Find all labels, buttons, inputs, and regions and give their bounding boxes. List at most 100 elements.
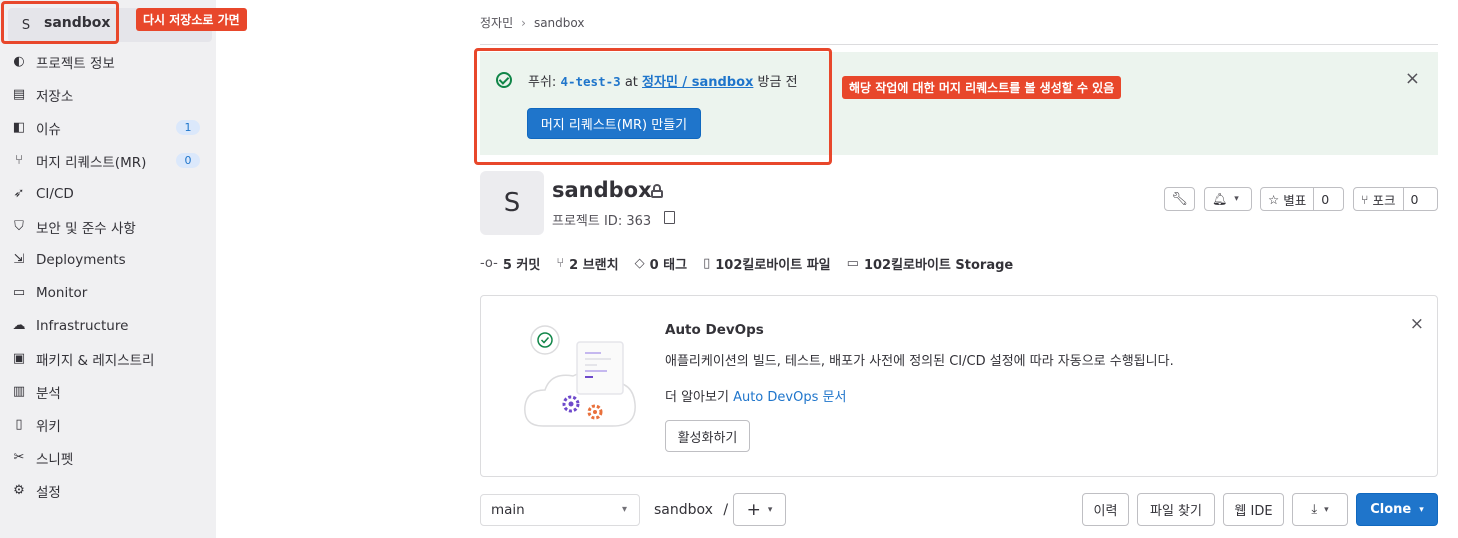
stat-label: 102킬로바이트 Storage (863, 257, 1014, 273)
sidebar-item-1[interactable]: ◐ 프로젝트 정보 (0, 45, 216, 78)
sidebar-item-label: 머지 리퀘스트(MR) (36, 154, 147, 171)
sidebar-item-6[interactable]: ⛉ 보안 및 준수 사항 (0, 210, 216, 243)
sidebar-item-label: Deployments (36, 251, 126, 268)
close-icon[interactable]: × (1410, 314, 1424, 334)
breadcrumb-owner[interactable]: 정자민 (480, 16, 513, 30)
annotation-callout-back-to-repo: 다시 저장소로 가면 (136, 8, 247, 31)
sidebar: S sandbox ◐ 프로젝트 정보 ▤ 저장소 ◧ 이슈 1 ⑂ 머지 리퀘스트(MR) 0 ➶… (0, 0, 216, 538)
sidebar-item-label: 위키 (36, 418, 61, 435)
divider (480, 44, 1438, 45)
chevron-down-icon: ▾ (1419, 504, 1424, 515)
sidebar-item-9[interactable]: ☁ Infrastructure (0, 309, 216, 342)
tag-icon: ◇ (634, 255, 645, 271)
sidebar-item-label: 분석 (36, 385, 61, 402)
learn-more-prefix: 더 알아보기 (665, 390, 729, 405)
find-file-button[interactable]: 파일 찾기 (1137, 493, 1215, 526)
file-icon: ▯ (703, 255, 711, 271)
sidebar-item-14[interactable]: ⚙ 설정 (0, 474, 216, 507)
fork-count[interactable]: 0 (1402, 188, 1426, 210)
stat-item[interactable]: ◇ 0 태그 (635, 254, 688, 273)
chevron-down-icon: ▾ (1234, 194, 1239, 204)
close-icon[interactable]: × (1405, 68, 1420, 89)
issues-icon: ◧ (12, 120, 26, 135)
sidebar-item-8[interactable]: ▭ Monitor (0, 276, 216, 309)
annotation-callout-mr: 해당 작업에 대한 머지 리퀘스트를 볼 생성할 수 있음 (842, 76, 1122, 99)
chevron-down-icon: ▾ (621, 504, 627, 515)
auto-devops-title: Auto DevOps (665, 322, 764, 338)
sidebar-item-13[interactable]: ✂ 스니펫 (0, 441, 216, 474)
shield-icon: ⛉ (14, 219, 24, 234)
annotation-highlight-sidebar-project (1, 1, 119, 44)
clone-button[interactable]: Clone ▾ (1356, 493, 1438, 526)
breadcrumb-separator: › (521, 16, 526, 30)
sidebar-item-label: 스니펫 (36, 451, 74, 468)
sidebar-item-10[interactable]: ▣ 패키지 & 레지스트리 (0, 342, 216, 375)
auto-devops-docs-link[interactable]: Auto DevOps 문서 (733, 390, 846, 405)
sidebar-item-5[interactable]: ➶ CI/CD (0, 177, 216, 210)
count-badge: 1 (176, 120, 200, 135)
annotation-highlight-push-alert (474, 48, 832, 165)
project-info-icon: ◐ (13, 54, 25, 69)
star-count[interactable]: 0 (1313, 188, 1336, 210)
sidebar-item-11[interactable]: ▥ 분석 (0, 375, 216, 408)
download-dropdown-button[interactable]: ⤓ ▾ (1292, 493, 1348, 526)
web-ide-button[interactable]: 웹 IDE (1223, 493, 1284, 526)
sidebar-item-label: 패키지 & 레지스트리 (36, 352, 155, 369)
notification-dropdown[interactable]: 🔔︎ ▾ (1204, 187, 1252, 211)
storage-icon: ▭ (846, 255, 859, 271)
sidebar-item-label: 보안 및 준수 사항 (36, 220, 136, 237)
auto-devops-card: Auto DevOps 애플리케이션의 빌드, 테스트, 배포가 사전에 정의된… (480, 295, 1438, 477)
history-button[interactable]: 이력 (1082, 493, 1129, 526)
plus-icon: + (746, 499, 761, 520)
star-button-label: ☆ 별표 (1268, 191, 1307, 208)
project-avatar-large: S (480, 171, 544, 235)
stat-label: 102킬로바이트 파일 (715, 257, 831, 273)
download-icon: ⤓ (1311, 502, 1318, 517)
branch-selector[interactable]: main ▾ (480, 494, 640, 526)
fork-icon: ⑂ (1361, 191, 1369, 207)
cloud-gear-icon: ☁ (12, 318, 26, 333)
repo-path-separator: / (723, 502, 729, 518)
fork-button[interactable]: ⑂ 포크 0 (1353, 187, 1438, 211)
repo-path: sandbox / (654, 502, 728, 518)
branch-selector-value: main (491, 502, 525, 518)
stat-item[interactable]: -o- 5 커밋 (480, 254, 540, 273)
copy-clipboard-icon[interactable] (664, 211, 675, 224)
sidebar-item-label: Monitor (36, 284, 88, 301)
deployments-icon: ⇲ (13, 252, 25, 267)
gear-icon: ⚙ (13, 483, 25, 498)
stat-label: 2 브랜치 (569, 257, 619, 273)
sidebar-item-label: 설정 (36, 484, 61, 501)
enable-auto-devops-button[interactable]: 활성화하기 (665, 420, 750, 452)
package-icon: ▣ (12, 351, 26, 366)
auto-devops-learn-more: 더 알아보기 Auto DevOps 문서 (665, 386, 846, 405)
star-icon: ☆ (1268, 191, 1280, 207)
sidebar-item-2[interactable]: ▤ 저장소 (0, 78, 216, 111)
repo-path-root[interactable]: sandbox (654, 502, 713, 518)
breadcrumb-project[interactable]: sandbox (534, 16, 585, 30)
settings-wrench-button[interactable]: 🔧︎ (1164, 187, 1195, 211)
sidebar-item-4[interactable]: ⑂ 머지 리퀘스트(MR) 0 (0, 144, 216, 177)
sidebar-item-7[interactable]: ⇲ Deployments (0, 243, 216, 276)
project-title: sandbox (552, 178, 652, 202)
star-button[interactable]: ☆ 별표 0 (1260, 187, 1344, 211)
sidebar-item-3[interactable]: ◧ 이슈 1 (0, 111, 216, 144)
auto-devops-illustration (524, 325, 636, 427)
add-dropdown-button[interactable]: + ▾ (733, 493, 786, 526)
sidebar-item-label: CI/CD (36, 185, 74, 202)
project-id: 프로젝트 ID: 363 (552, 214, 652, 229)
commit-icon: -o- (480, 255, 498, 271)
bell-icon: 🔔︎ (1212, 192, 1228, 206)
merge-request-icon: ⑂ (15, 153, 23, 168)
chart-icon: ▥ (12, 384, 26, 399)
fork-button-label: ⑂ 포크 (1361, 191, 1396, 208)
sidebar-item-label: 이슈 (36, 121, 61, 138)
stat-item[interactable]: ▯ 102킬로바이트 파일 (703, 254, 831, 273)
sidebar-item-label: 프로젝트 정보 (36, 55, 115, 72)
sidebar-item-12[interactable]: ▯ 위키 (0, 408, 216, 441)
stat-item[interactable]: ⑂ 2 브랜치 (556, 254, 618, 273)
stat-label: 0 태그 (649, 257, 688, 273)
stat-item[interactable]: ▭ 102킬로바이트 Storage (847, 254, 1014, 273)
rocket-icon: ➶ (13, 186, 25, 201)
count-badge: 0 (176, 153, 200, 168)
